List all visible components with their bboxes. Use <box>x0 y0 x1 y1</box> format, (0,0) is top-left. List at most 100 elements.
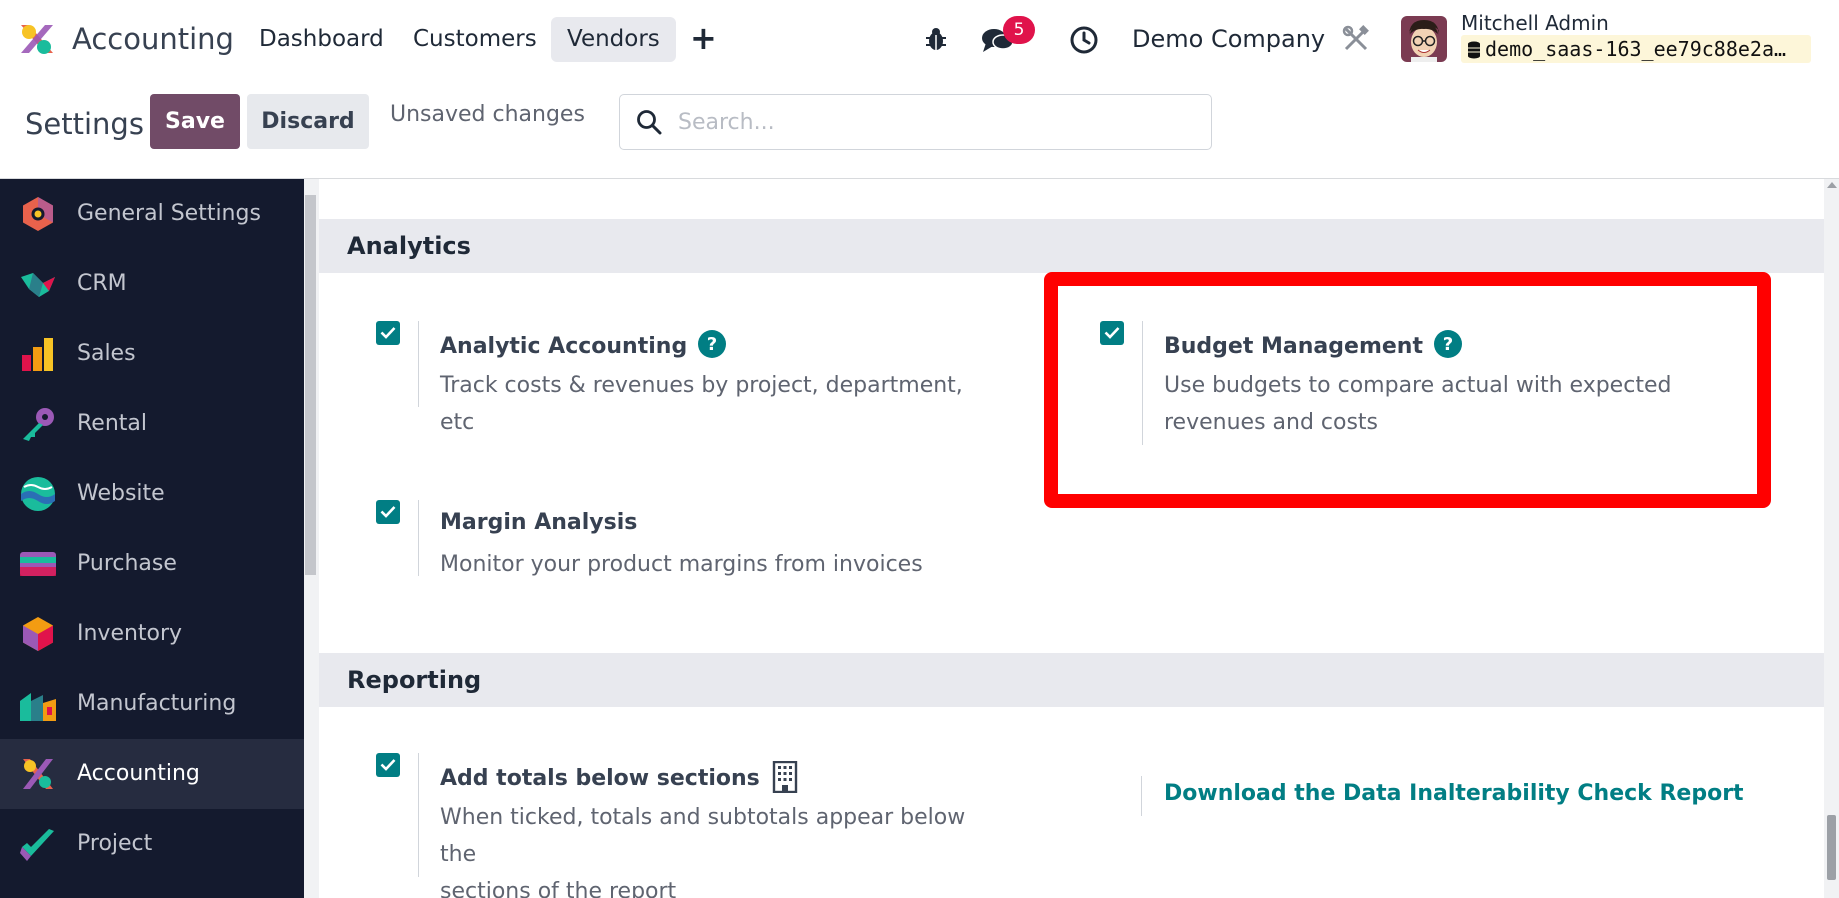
divider <box>418 500 419 576</box>
sidebar-item-manufacturing[interactable]: Manufacturing <box>0 669 304 739</box>
menu-vendors[interactable]: Vendors <box>551 17 676 62</box>
sidebar-item-label: Manufacturing <box>77 691 237 716</box>
setting-title-text: Budget Management <box>1164 334 1423 359</box>
setting-title: Add totals below sections <box>440 761 798 794</box>
settings-content: Analytics Analytic Accounting? Track cos… <box>319 179 1824 898</box>
setting-description: Track costs & revenues by project, depar… <box>440 373 963 435</box>
divider <box>1141 776 1142 816</box>
search-input[interactable] <box>678 105 1188 139</box>
content-scrollbar[interactable] <box>1824 179 1839 898</box>
margin-analysis-checkbox[interactable] <box>376 500 400 524</box>
checkmark-icon <box>380 506 396 518</box>
search-box[interactable] <box>619 94 1212 150</box>
sidebar-item-accounting[interactable]: Accounting <box>0 739 304 809</box>
activity-clock-icon[interactable] <box>1069 25 1099 55</box>
menu-customers[interactable]: Customers <box>397 17 553 62</box>
add-totals-checkbox[interactable] <box>376 753 400 777</box>
budget-management-checkbox[interactable] <box>1100 321 1124 345</box>
settings-sidebar: General Settings CRM Sales Rental Websit… <box>0 179 304 898</box>
add-menu-icon[interactable]: + <box>690 20 717 56</box>
sidebar-item-label: Project <box>77 831 153 856</box>
analytic-accounting-checkbox[interactable] <box>376 321 400 345</box>
sidebar-item-sales[interactable]: Sales <box>0 319 304 389</box>
setting-description: Use budgets to compare actual with expec… <box>1164 367 1671 441</box>
crm-icon <box>21 273 55 297</box>
setting-add-totals: Add totals below sections When ticked, t… <box>376 753 996 898</box>
setting-description: When ticked, totals and subtotals appear… <box>440 799 996 898</box>
section-header-analytics: Analytics <box>319 219 1824 273</box>
company-switcher[interactable]: Demo Company <box>1132 22 1325 56</box>
setting-description-line: sections of the report <box>440 879 677 898</box>
divider <box>418 321 419 407</box>
setting-budget-management: Budget Management? Use budgets to compar… <box>1100 321 1700 445</box>
manufacturing-icon <box>20 693 56 721</box>
sidebar-item-general-settings[interactable]: General Settings <box>0 179 304 249</box>
database-name: demo_saas-163_ee79c88e2a… <box>1461 35 1811 63</box>
general-settings-icon <box>23 197 53 231</box>
rental-icon <box>23 408 54 441</box>
discard-button[interactable]: Discard <box>247 94 369 149</box>
setting-title: Budget Management? <box>1164 329 1463 362</box>
setting-description: Monitor your product margins from invoic… <box>440 552 923 577</box>
setting-title: Analytic Accounting? <box>440 329 727 362</box>
divider <box>1142 321 1143 445</box>
sidebar-item-label: Sales <box>77 341 136 366</box>
sidebar-item-label: Rental <box>77 411 147 436</box>
tools-icon[interactable] <box>1342 25 1370 53</box>
sidebar-item-label: Accounting <box>77 761 200 786</box>
section-header-reporting: Reporting <box>319 653 1824 707</box>
sidebar-item-label: Inventory <box>77 621 183 646</box>
download-inalterability-report-link[interactable]: Download the Data Inalterability Check R… <box>1164 779 1744 809</box>
svg-text:?: ? <box>1443 334 1453 355</box>
page-title: Settings <box>25 107 144 141</box>
purchase-icon <box>20 552 56 576</box>
setting-title-text: Analytic Accounting <box>440 334 688 359</box>
checkmark-icon <box>1104 327 1120 339</box>
sidebar-item-project[interactable]: Project <box>0 809 304 879</box>
save-button[interactable]: Save <box>150 94 240 149</box>
website-icon <box>21 477 55 511</box>
sidebar-item-website[interactable]: Website <box>0 459 304 529</box>
database-label: demo_saas-163_ee79c88e2a… <box>1485 37 1787 61</box>
checkmark-icon <box>380 759 396 771</box>
svg-text:?: ? <box>707 334 717 355</box>
database-icon <box>1468 41 1480 59</box>
accounting-icon <box>23 759 53 789</box>
help-icon[interactable]: ? <box>1433 329 1463 359</box>
sidebar-item-label: Purchase <box>77 551 177 576</box>
app-name[interactable]: Accounting <box>72 20 234 58</box>
sidebar-item-label: General Settings <box>77 201 261 226</box>
accounting-app-icon[interactable] <box>17 19 57 59</box>
messages-count-badge: 5 <box>1003 16 1035 44</box>
sales-icon <box>22 338 53 371</box>
scroll-up-arrow-icon[interactable] <box>1827 182 1837 188</box>
sidebar-item-rental[interactable]: Rental <box>0 389 304 459</box>
sidebar-item-crm[interactable]: CRM <box>0 249 304 319</box>
content-scrollbar-thumb[interactable] <box>1827 815 1836 880</box>
user-avatar[interactable] <box>1401 16 1447 62</box>
sidebar-scrollbar-thumb[interactable] <box>305 195 316 575</box>
inventory-icon <box>23 617 53 651</box>
sidebar-item-purchase[interactable]: Purchase <box>0 529 304 599</box>
help-icon[interactable]: ? <box>697 329 727 359</box>
debug-bug-icon[interactable] <box>925 26 947 52</box>
setting-title-text: Add totals below sections <box>440 766 760 791</box>
control-panel: Settings Save Discard Unsaved changes <box>0 78 1839 179</box>
sidebar-item-label: Website <box>77 481 165 506</box>
checkmark-icon <box>380 327 396 339</box>
sidebar-item-inventory[interactable]: Inventory <box>0 599 304 669</box>
project-icon <box>20 829 54 861</box>
setting-analytic-accounting: Analytic Accounting? Track costs & reven… <box>376 321 976 435</box>
section-title: Analytics <box>347 232 471 260</box>
top-navbar: Accounting Dashboard Customers Vendors +… <box>0 0 1839 78</box>
divider <box>418 753 419 877</box>
setting-description-line: Use budgets to compare actual with expec… <box>1164 373 1672 398</box>
unsaved-changes-label: Unsaved changes <box>390 102 585 127</box>
setting-description-line: When ticked, totals and subtotals appear… <box>440 805 966 867</box>
search-icon <box>637 110 662 135</box>
user-name[interactable]: Mitchell Admin <box>1461 10 1609 36</box>
setting-margin-analysis: Margin Analysis Monitor your product mar… <box>376 500 976 580</box>
sidebar-item-label: CRM <box>77 271 127 296</box>
section-title: Reporting <box>347 666 482 694</box>
menu-dashboard[interactable]: Dashboard <box>243 17 400 62</box>
